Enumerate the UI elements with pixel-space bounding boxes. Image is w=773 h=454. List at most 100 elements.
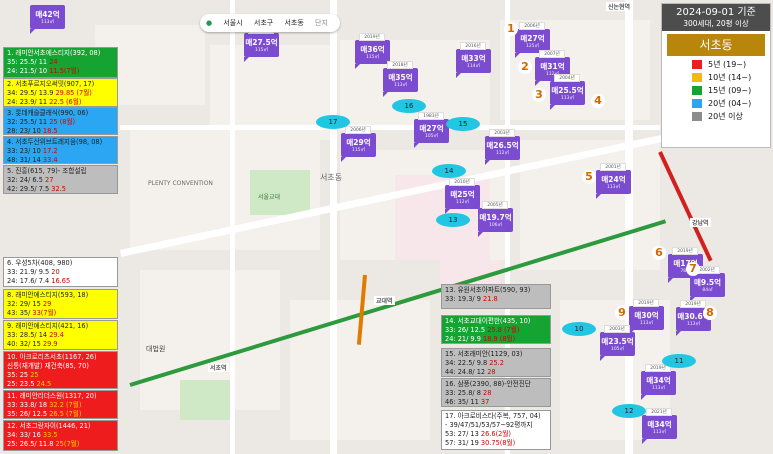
apt-info-box-13: 13. 유원서초아파트(590, 93) 33: 19.3/ 9 21.8 xyxy=(441,284,551,309)
info-line: 25: 26.5/ 11.8 25(7월) xyxy=(7,440,80,448)
legend-item-20y: 20년 (04~) xyxy=(692,98,770,109)
location-pin-icon: ● xyxy=(206,19,213,27)
road xyxy=(230,0,235,454)
info-line: 34: 22.5/ 9.8 25.2 xyxy=(445,359,504,367)
info-line: 24: 17.6/ 7.4 16.65 xyxy=(7,277,71,285)
poi-university: 서울교대 xyxy=(258,194,281,201)
info-line: 33: 23/ 10 17.2 xyxy=(7,147,58,155)
info-line: 33: 33.8/ 18 32.2 (7월) xyxy=(7,401,82,409)
apt-price-pin[interactable]: 2021년 매34억 113㎡ xyxy=(642,408,677,444)
apt-price-pin[interactable]: 2010년 매25억 112㎡ xyxy=(445,178,480,214)
info-line: 33: 21.9/ 9.5 20 xyxy=(7,268,60,276)
apt-info-box-11: 11. 래미안리더스원(1317, 20) 33: 33.8/ 18 32.2 … xyxy=(3,390,118,419)
apt-number-marker[interactable]: 3 xyxy=(532,88,546,102)
apt-info-box-2: 2. 서초푸르지오써밋(907, 17) 34: 29.5/ 13.9 29.8… xyxy=(3,78,118,107)
legend-panel: 2024-09-01 기준 300세대, 20평 이상 서초동 5년 (19~)… xyxy=(661,3,771,148)
legend-item-20y-plus: 20년 이상 xyxy=(692,111,770,122)
apt-price-pin[interactable]: 2002년 매9.5억 84㎡ xyxy=(690,266,725,302)
apt-price-pin[interactable]: 2019년 매34억 113㎡ xyxy=(641,364,676,400)
info-title: 17. 아크로비스타(주복, 757, 04) xyxy=(445,412,541,420)
apt-oval-marker[interactable]: 12 xyxy=(612,404,646,418)
sinbundang-line xyxy=(658,151,713,262)
station-label-gyodae: 교대역 xyxy=(374,296,395,305)
apt-price-pin[interactable]: 2006년 매29억 115㎡ xyxy=(341,126,376,162)
info-title: 2. 서초푸르지오써밋(907, 17) xyxy=(7,80,95,88)
info-title: 9. 래미안에스티지(421, 16) xyxy=(7,322,89,330)
legend-item-5y: 5년 (19~) xyxy=(692,59,770,70)
apt-price-pin[interactable]: 매42억 113㎡ xyxy=(30,5,65,34)
apt-price-pin[interactable]: 2019년 매30억 113㎡ xyxy=(629,299,664,335)
apt-number-marker[interactable]: 5 xyxy=(582,170,596,184)
apt-oval-marker[interactable]: 10 xyxy=(562,322,596,336)
apt-oval-marker[interactable]: 11 xyxy=(662,354,696,368)
info-line: 42: 29.5/ 7.5 32.5 xyxy=(7,185,66,193)
info-title: 8. 래미안에스티지(593, 18) xyxy=(7,291,89,299)
apt-number-marker[interactable]: 7 xyxy=(686,262,700,276)
info-line: 44: 24.8/ 12 28 xyxy=(445,368,496,376)
info-line: 24: 21/ 9.9 18.9 (8월) xyxy=(445,335,516,343)
apt-info-box-6: 6. 우성5차(408, 980) 33: 21.9/ 9.5 20 24: 1… xyxy=(3,257,118,287)
district-label: 서초동 xyxy=(320,173,343,182)
info-line: 35: 25.5/ 11 24 xyxy=(7,58,58,66)
apt-info-box-9: 9. 래미안에스티지(421, 16) 33: 28.5/ 14 29.4 40… xyxy=(3,320,118,350)
info-line: 25: 23.5 24.5 xyxy=(7,380,52,388)
breadcrumb-complex[interactable]: 단지 xyxy=(315,19,328,27)
apt-info-box-1: 1. 래미안서초에스티지(392, 08) 35: 25.5/ 11 24 24… xyxy=(3,47,118,78)
legend-swatch xyxy=(692,86,702,95)
apt-info-box-17: 17. 아크로비스타(주복, 757, 04) - 39/47/51/53/57… xyxy=(441,410,551,450)
road xyxy=(120,125,660,130)
legend-item-15y: 15년 (09~) xyxy=(692,85,770,96)
info-line: 32: 25.5/ 11 25 (8월) xyxy=(7,118,76,126)
apt-oval-marker[interactable]: 13 xyxy=(436,213,470,227)
apt-price-pin[interactable]: 2003년 매26.5억 112㎡ xyxy=(485,129,520,165)
info-title: 5. 진흥(615, 79)- 조합설립 xyxy=(7,167,87,175)
apt-oval-marker[interactable]: 17 xyxy=(316,115,350,129)
station-label-gangnam: 강남역 xyxy=(690,218,711,227)
apt-number-marker[interactable]: 1 xyxy=(504,22,518,36)
info-line: 43: 35/ 33(7월) xyxy=(7,309,57,317)
apt-info-box-3: 3. 롯데캐슬클래식(990, 06) 32: 25.5/ 11 25 (8월)… xyxy=(3,107,118,135)
apt-info-box-12: 12. 서초그랑자이(1446, 21) 34: 33/ 16 33.5 25:… xyxy=(3,420,118,451)
poi-supreme-court: 대법원 xyxy=(146,345,166,353)
breadcrumb-city[interactable]: 서울시 xyxy=(223,19,242,27)
apt-number-marker[interactable]: 6 xyxy=(652,246,666,260)
breadcrumb-district[interactable]: 서초구 xyxy=(254,19,273,27)
legend-swatch xyxy=(692,112,702,121)
apt-price-pin[interactable]: 2003년 매23.5억 105㎡ xyxy=(600,325,635,361)
apt-price-pin[interactable]: 2019년 매36억 115㎡ xyxy=(355,33,390,69)
info-line: 40: 32/ 15 29.9 xyxy=(7,340,58,348)
apt-price-pin[interactable]: 1983년 매27억 105㎡ xyxy=(414,112,449,148)
region-breadcrumb[interactable]: ● 서울시 서초구 서초동 단지 xyxy=(200,14,340,32)
apt-oval-marker[interactable]: 14 xyxy=(432,164,466,178)
apt-number-marker[interactable]: 2 xyxy=(518,60,532,74)
apt-oval-marker[interactable]: 15 xyxy=(446,117,480,131)
info-line: 32: 29/ 15 29 xyxy=(7,300,52,308)
apt-number-marker[interactable]: 8 xyxy=(703,306,717,320)
apt-price-pin[interactable]: 2001년 매24억 113㎡ xyxy=(596,163,631,199)
apt-number-marker[interactable]: 9 xyxy=(615,306,629,320)
info-title: 14. 서초교대이편한(435, 10) xyxy=(445,317,531,325)
legend-swatch xyxy=(692,73,702,82)
apt-number-marker[interactable]: 4 xyxy=(591,94,605,108)
apt-price-pin[interactable]: 2004년 매25.5억 113㎡ xyxy=(550,74,585,110)
apt-info-box-16: 16. 삼풍(2390, 88)-안전진단 33: 25.8/ 8 28 46:… xyxy=(441,378,551,407)
info-title: 3. 롯데캐슬클래식(990, 06) xyxy=(7,109,89,117)
apt-price-pin[interactable]: 2016년 매33억 114㎡ xyxy=(456,42,491,78)
info-title: 4. 서초두산위브트레지움(98, 08) xyxy=(7,138,103,146)
legend-swatch xyxy=(692,60,702,69)
apt-info-box-15: 15. 서초래미안(1129, 03) 34: 22.5/ 9.8 25.2 4… xyxy=(441,348,551,377)
apt-info-box-14: 14. 서초교대이편한(435, 10) 33: 26/ 12.5 25.8 (… xyxy=(441,315,551,344)
info-title: 1. 래미안서초에스티지(392, 08) xyxy=(7,49,101,57)
reference-date: 2024-09-01 기준 xyxy=(662,4,770,19)
legend-swatch xyxy=(692,99,702,108)
apt-price-pin[interactable]: 2018년 매35억 113㎡ xyxy=(383,61,418,97)
info-line: 33: 25.8/ 8 28 xyxy=(445,389,492,397)
info-line: 57: 31/ 19 30.75(8월) xyxy=(445,439,516,447)
info-line: 34: 29.5/ 13.9 29.85 (7월) xyxy=(7,89,92,97)
apt-oval-marker[interactable]: 16 xyxy=(392,99,426,113)
apt-price-pin[interactable]: 2021년매27.5억115㎡ xyxy=(244,26,279,62)
apt-price-pin[interactable]: 2005년 매19.7억 106㎡ xyxy=(478,201,513,237)
main-road xyxy=(330,0,337,454)
main-road xyxy=(625,0,633,454)
breadcrumb-dong[interactable]: 서초동 xyxy=(284,19,303,27)
